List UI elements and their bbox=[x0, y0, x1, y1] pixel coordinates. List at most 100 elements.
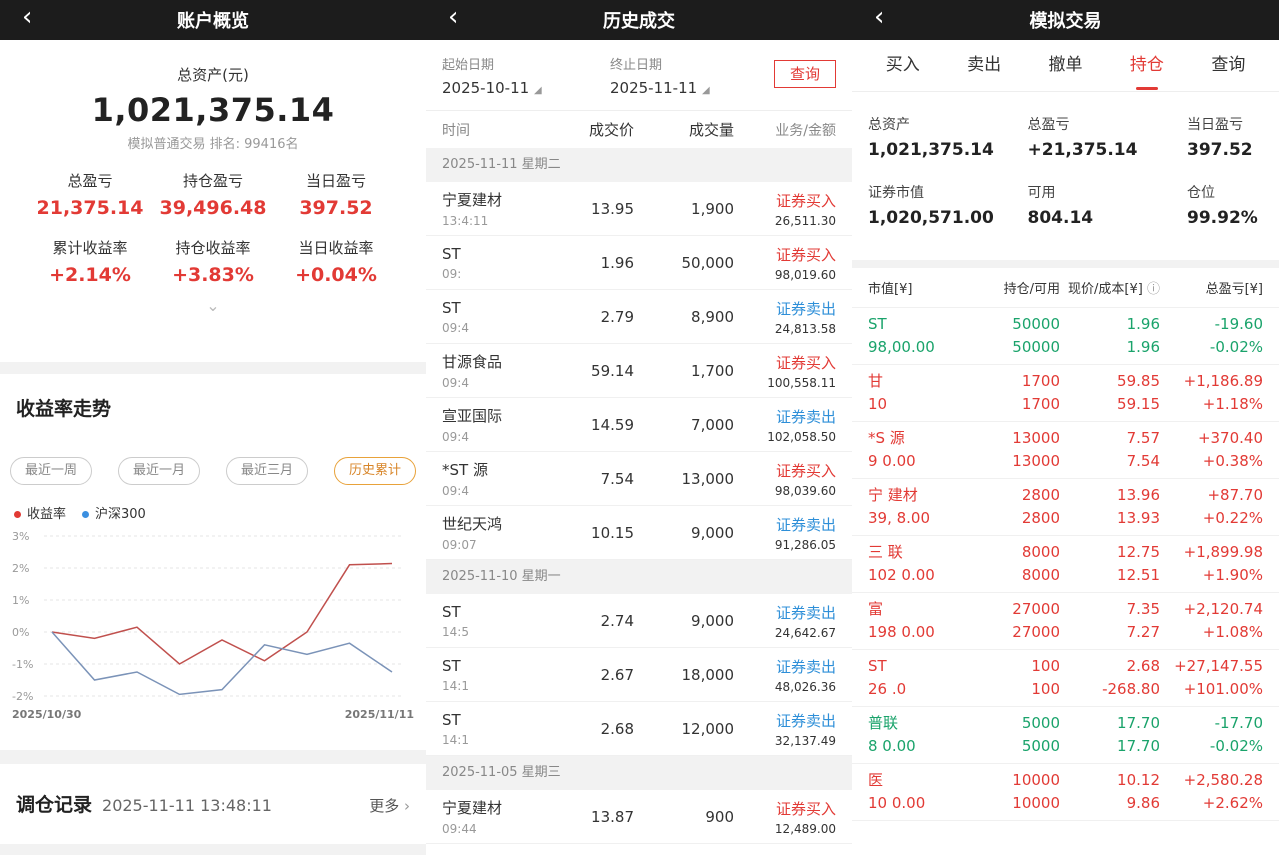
position-hold: 5000 bbox=[1021, 714, 1060, 732]
trade-qty: 900 bbox=[705, 807, 734, 826]
tab-sell[interactable]: 卖出 bbox=[943, 40, 1024, 92]
acct-value: 397.52 bbox=[1187, 140, 1253, 160]
stock-name: 甘源食品 bbox=[442, 353, 503, 371]
trade-time: 09: bbox=[442, 266, 462, 281]
position-cost: 7.54 bbox=[1126, 452, 1160, 470]
more-link[interactable]: 更多 › bbox=[369, 795, 410, 816]
range-quarter-button[interactable]: 最近三月 bbox=[225, 457, 308, 485]
position-cost: -268.80 bbox=[1102, 680, 1160, 698]
position-pnl-pct: +2.62% bbox=[1202, 794, 1263, 812]
position-price: 1.96 bbox=[1126, 315, 1160, 333]
position-hold: 50000 bbox=[1012, 315, 1060, 333]
y-tick-label: 0% bbox=[12, 626, 29, 639]
range-week-button[interactable]: 最近一周 bbox=[10, 457, 93, 485]
position-pnl: -19.60 bbox=[1214, 315, 1263, 333]
tab-positions[interactable]: 持仓 bbox=[1106, 40, 1187, 92]
position-available: 5000 bbox=[1021, 737, 1060, 755]
trade-time: 14:1 bbox=[442, 732, 469, 747]
legend-hs300: 沪深300 bbox=[82, 503, 146, 522]
position-row[interactable]: 富 198 0.00 27000 27000 7.35 7.27 +2,120.74 +1.0… bbox=[852, 593, 1279, 650]
total-assets-label: 总资产(元) bbox=[177, 66, 249, 84]
legend-return: 收益率 bbox=[14, 503, 66, 522]
stock-name: 宣亚国际 bbox=[442, 407, 503, 425]
tab-query[interactable]: 查询 bbox=[1188, 40, 1269, 92]
series-line bbox=[51, 631, 393, 696]
stock-name: ST bbox=[442, 602, 461, 621]
trade-row[interactable]: 甘源食品 09:4 59.14 1,700 证券买入 100,558.11 bbox=[426, 344, 852, 398]
range-month-button[interactable]: 最近一月 bbox=[117, 457, 200, 485]
start-date-picker[interactable]: 起始日期 2025-10-11 ◢ bbox=[442, 54, 610, 110]
position-hold: 100 bbox=[1031, 657, 1060, 675]
position-row[interactable]: ST 98,00.00 50000 50000 1.96 1.96 -19.60 -0.02% bbox=[852, 308, 1279, 365]
expand-chevron-icon[interactable]: ⌄ bbox=[0, 296, 426, 315]
trade-qty: 12,000 bbox=[681, 719, 735, 738]
y-tick-label: -2% bbox=[12, 690, 33, 703]
end-date-picker[interactable]: 终止日期 2025-11-11 ◢ bbox=[610, 54, 778, 110]
position-pnl-pct: +1.90% bbox=[1202, 566, 1263, 584]
position-name: 富 bbox=[868, 600, 884, 618]
trade-row[interactable]: 宁夏建材 09:44 13.87 900 证券买入 12,489.00 bbox=[426, 790, 852, 844]
position-row[interactable]: 三 联 102 0.00 8000 8000 12.75 12.51 +1,899.98 +1… bbox=[852, 536, 1279, 593]
back-arrow-icon[interactable]: ‹ bbox=[448, 2, 458, 32]
query-button[interactable]: 查询 bbox=[774, 60, 836, 88]
position-row[interactable]: 医 10 0.00 10000 10000 10.12 9.86 +2,580.28 +2.6… bbox=[852, 764, 1279, 821]
trade-row[interactable]: *ST 源 09:4 7.54 13,000 证券买入 98,039.60 bbox=[426, 452, 852, 506]
trade-row[interactable]: ST 14:1 2.68 12,000 证券卖出 32,137.49 bbox=[426, 702, 852, 756]
trade-amount: 32,137.49 bbox=[774, 733, 836, 748]
trade-qty: 8,900 bbox=[691, 307, 734, 326]
end-date-label: 终止日期 bbox=[610, 58, 663, 73]
trade-row[interactable]: ST 14:5 2.74 9,000 证券卖出 24,642.67 bbox=[426, 594, 852, 648]
back-arrow-icon[interactable]: ‹ bbox=[22, 2, 32, 32]
position-market-value: 98,00.00 bbox=[868, 338, 935, 356]
position-available: 1700 bbox=[1021, 395, 1060, 413]
position-market-value: 10 bbox=[868, 395, 888, 413]
trade-amount: 24,813.58 bbox=[774, 321, 836, 336]
stock-name: ST bbox=[442, 298, 461, 317]
col-price-cost-label: 现价/成本[¥] bbox=[1068, 282, 1143, 297]
position-row[interactable]: 甘 10 1700 1700 59.85 59.15 +1,186.89 +1.18% bbox=[852, 365, 1279, 422]
position-name: 宁 建材 bbox=[868, 486, 918, 504]
position-price: 13.96 bbox=[1117, 486, 1160, 504]
trade-row[interactable]: 宁夏建材 13:4:11 13.95 1,900 证券买入 26,511.30 bbox=[426, 182, 852, 236]
page-title: 账户概览 bbox=[177, 11, 249, 32]
position-market-value: 39, 8.00 bbox=[868, 509, 931, 527]
range-selector: 最近一周 最近一月 最近三月 历史累计 bbox=[10, 457, 416, 485]
trade-row[interactable]: ST 09: 1.96 50,000 证券买入 98,019.60 bbox=[426, 236, 852, 290]
tab-buy[interactable]: 买入 bbox=[862, 40, 943, 92]
position-row[interactable]: 普联 8 0.00 5000 5000 17.70 17.70 -17.70 -0.02% bbox=[852, 707, 1279, 764]
date-separator: 2025-11-10 星期一 bbox=[426, 560, 852, 594]
trade-row[interactable]: 世纪天鸿 09:07 10.15 9,000 证券卖出 91,286.05 bbox=[426, 506, 852, 560]
info-icon[interactable]: ⓘ bbox=[1147, 282, 1160, 297]
position-row[interactable]: 宁 建材 39, 8.00 2800 2800 13.96 13.93 +87.70 +0.2… bbox=[852, 479, 1279, 536]
position-pnl-pct: -0.02% bbox=[1209, 338, 1263, 356]
date-filter: 起始日期 2025-10-11 ◢ 终止日期 2025-11-11 ◢ 查询 bbox=[426, 40, 852, 110]
page-title: 历史成交 bbox=[603, 11, 675, 32]
trade-row[interactable]: 宣亚国际 09:4 14.59 7,000 证券卖出 102,058.50 bbox=[426, 398, 852, 452]
acct-label: 可用 bbox=[1027, 185, 1056, 201]
trade-row[interactable]: ST 09:4 2.79 8,900 证券卖出 24,813.58 bbox=[426, 290, 852, 344]
position-pnl-pct: +0.22% bbox=[1202, 509, 1263, 527]
position-cost: 12.51 bbox=[1117, 566, 1160, 584]
trade-type: 证券卖出 bbox=[775, 515, 836, 534]
page-title: 模拟交易 bbox=[1029, 11, 1102, 32]
back-arrow-icon[interactable]: ‹ bbox=[874, 2, 884, 32]
position-pnl-pct: +101.00% bbox=[1183, 680, 1263, 698]
start-date-value: 2025-10-11 bbox=[442, 79, 530, 97]
range-all-button[interactable]: 历史累计 bbox=[333, 457, 416, 485]
position-price: 17.70 bbox=[1117, 714, 1160, 732]
trade-qty: 1,900 bbox=[691, 199, 734, 218]
tab-cancel[interactable]: 撤单 bbox=[1025, 40, 1106, 92]
trade-price: 2.74 bbox=[600, 611, 634, 630]
record-section: 调仓记录 2025-11-11 13:48:11 更多 › bbox=[0, 764, 426, 844]
col-biz: 业务/金额 bbox=[775, 122, 836, 139]
trade-time: 09:07 bbox=[442, 538, 477, 552]
position-pnl: +27,147.55 bbox=[1174, 657, 1263, 675]
asset-summary: 总资产(元) 1,021,375.14 模拟普通交易 排名: 99416名 总盈… bbox=[0, 40, 426, 362]
trend-section: 收益率走势 最近一周 最近一月 最近三月 历史累计 收益率 沪深300 3% 2%… bbox=[0, 374, 426, 750]
trade-row[interactable]: ST 14:1 2.67 18,000 证券卖出 48,026.36 bbox=[426, 648, 852, 702]
position-row[interactable]: ST 26 .0 100 100 2.68 -268.80 +27,147.55 +101.0… bbox=[852, 650, 1279, 707]
stock-name: *ST 源 bbox=[442, 461, 488, 479]
acct-label: 总资产 bbox=[868, 117, 910, 133]
trade-qty: 9,000 bbox=[691, 523, 734, 542]
position-row[interactable]: *S 源 9 0.00 13000 13000 7.57 7.54 +370.40 +0.38… bbox=[852, 422, 1279, 479]
